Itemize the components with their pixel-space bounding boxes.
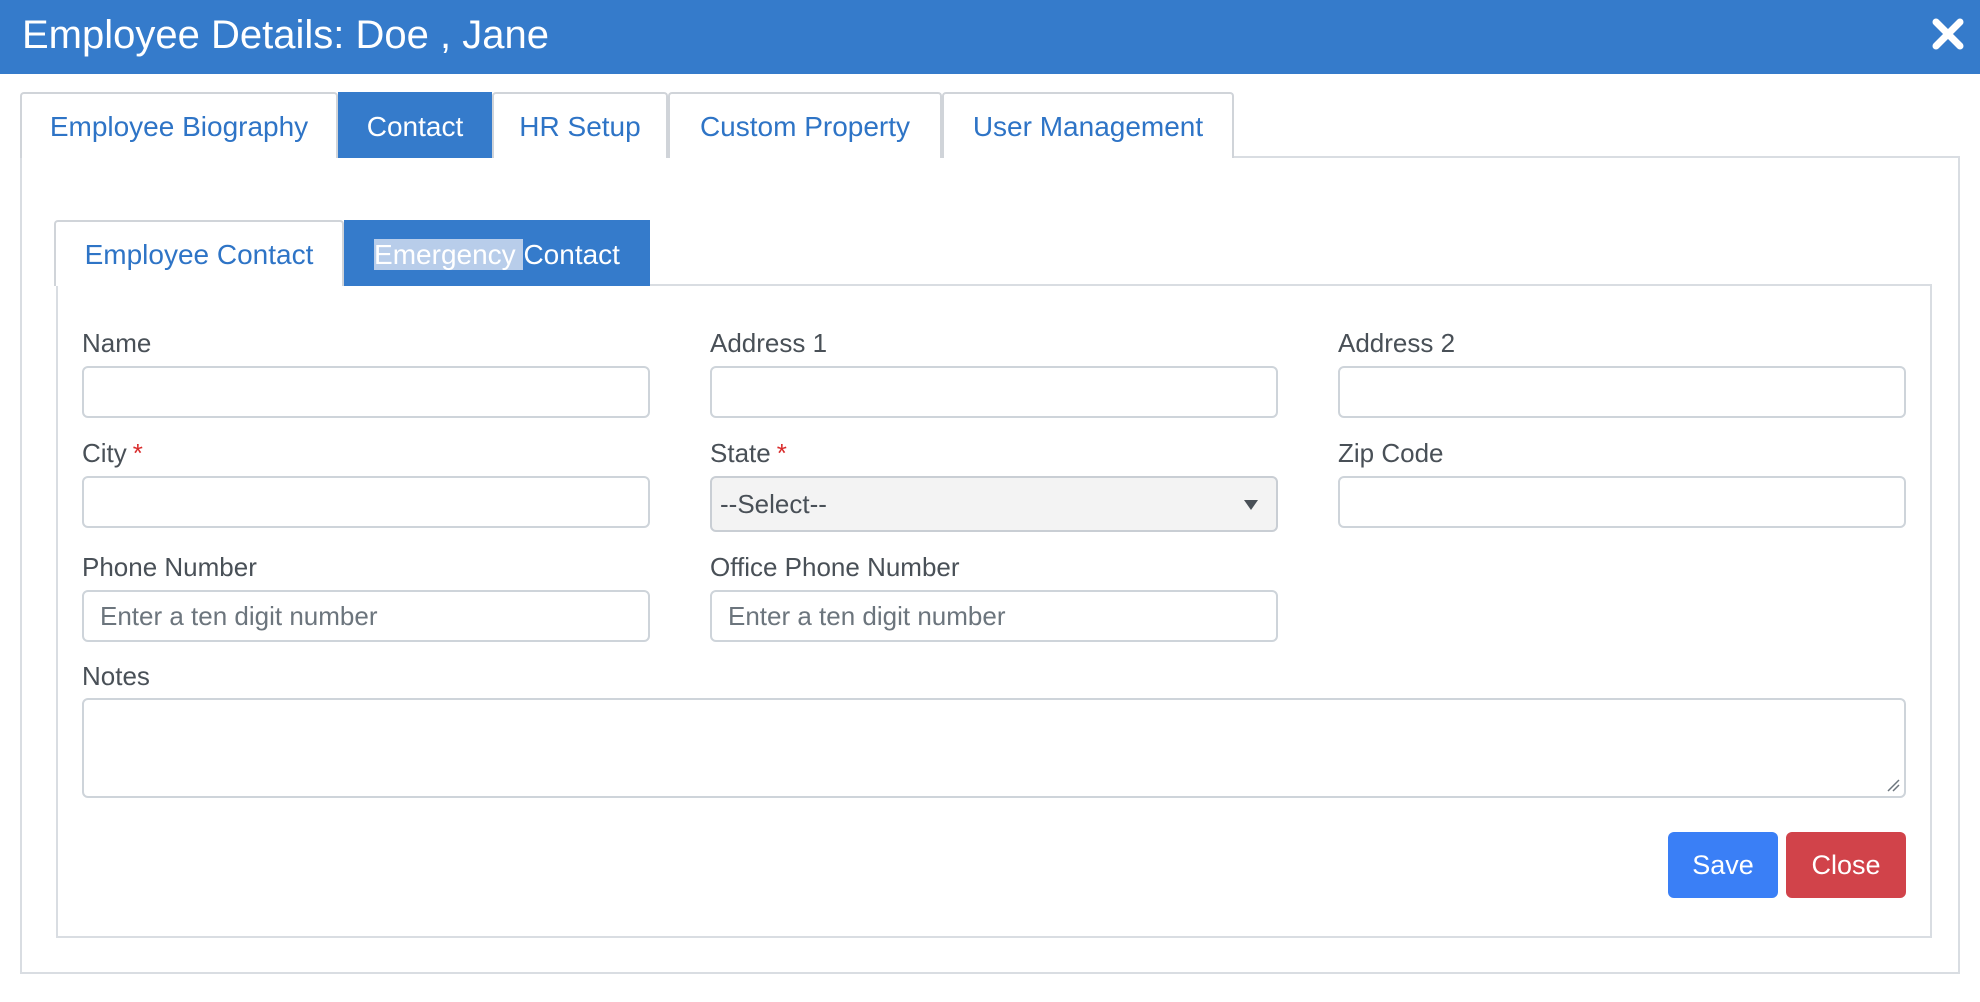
- notes-label: Notes: [82, 661, 150, 691]
- required-marker: *: [132, 438, 143, 468]
- dialog-header: Employee Details: Doe , Jane: [0, 0, 1980, 74]
- phone-label: Phone Number: [82, 552, 257, 582]
- close-button[interactable]: Close: [1786, 832, 1906, 898]
- notes-textarea[interactable]: [82, 698, 1906, 798]
- save-button[interactable]: Save: [1668, 832, 1778, 898]
- address1-input[interactable]: [710, 366, 1278, 418]
- name-label: Name: [82, 328, 152, 358]
- subtab-employee-contact[interactable]: Employee Contact: [54, 220, 344, 286]
- dialog-title: Employee Details: Doe , Jane: [22, 13, 549, 57]
- dropdown-caret-icon: [1244, 500, 1258, 510]
- tab-user-management[interactable]: User Management: [942, 92, 1234, 158]
- tab-hr-setup[interactable]: HR Setup: [492, 92, 668, 158]
- required-marker: *: [776, 438, 787, 468]
- close-icon[interactable]: [1930, 16, 1966, 52]
- city-label-text: City: [82, 438, 127, 468]
- subtab-emergency-contact[interactable]: Emergency Contact: [344, 220, 650, 286]
- name-input[interactable]: [82, 366, 650, 418]
- office-phone-label: Office Phone Number: [710, 552, 960, 582]
- tab-contact[interactable]: Contact: [338, 92, 492, 158]
- tab-custom-property[interactable]: Custom Property: [668, 92, 942, 158]
- state-label: State *: [710, 438, 787, 469]
- subtab-label-rest: Contact: [523, 239, 620, 270]
- address2-label: Address 2: [1338, 328, 1456, 358]
- state-label-text: State: [710, 438, 771, 468]
- selected-text: Emergency: [374, 239, 524, 270]
- address2-input[interactable]: [1338, 366, 1906, 418]
- zip-label: Zip Code: [1338, 438, 1444, 468]
- state-select[interactable]: --Select--: [710, 476, 1278, 532]
- office-phone-input[interactable]: [710, 590, 1278, 642]
- tab-employee-biography[interactable]: Employee Biography: [20, 92, 338, 158]
- state-selected-value: --Select--: [720, 489, 827, 519]
- address1-label: Address 1: [710, 328, 828, 358]
- phone-input[interactable]: [82, 590, 650, 642]
- zip-input[interactable]: [1338, 476, 1906, 528]
- resize-grip-icon[interactable]: [1886, 778, 1900, 792]
- city-input[interactable]: [82, 476, 650, 528]
- city-label: City *: [82, 438, 143, 469]
